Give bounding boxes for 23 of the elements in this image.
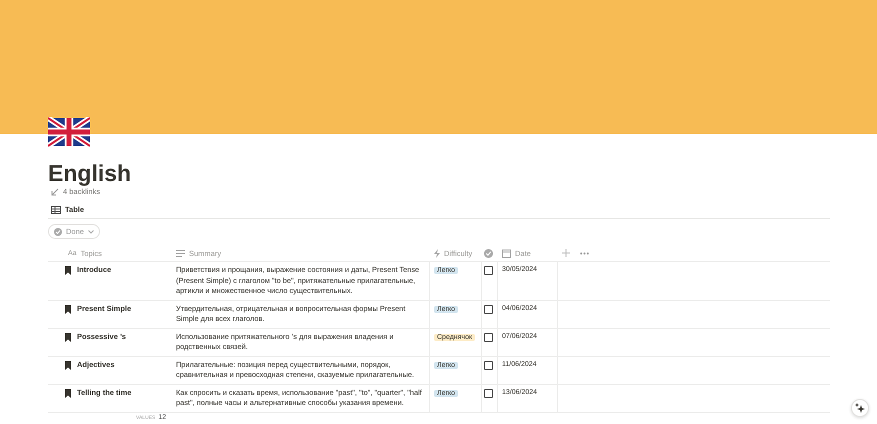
- checkbox[interactable]: [484, 388, 493, 398]
- arrow-icon: [51, 188, 59, 196]
- checkbox[interactable]: [484, 304, 493, 314]
- table-icon: [51, 206, 61, 214]
- bookmark-icon: [65, 304, 71, 314]
- checkbox[interactable]: [484, 266, 493, 275]
- lightning-icon: [434, 248, 440, 258]
- calendar-icon: [502, 248, 511, 258]
- bookmark-icon: [65, 360, 71, 370]
- check-circle-icon: [484, 248, 493, 258]
- check-circle-icon: [54, 228, 62, 236]
- more-icon[interactable]: [580, 252, 589, 254]
- bookmark-icon: [65, 332, 71, 342]
- page-title: English: [48, 159, 132, 187]
- bookmark-icon: [65, 266, 71, 275]
- chevron-down-icon: [88, 230, 94, 234]
- bookmark-icon: [65, 388, 71, 398]
- ai-assistant-button[interactable]: [851, 399, 869, 417]
- flag-icon: [48, 117, 90, 147]
- checkbox[interactable]: [484, 360, 493, 370]
- lines-icon: [176, 250, 185, 256]
- sparkle-icon: [855, 403, 865, 413]
- checkbox[interactable]: [484, 332, 493, 342]
